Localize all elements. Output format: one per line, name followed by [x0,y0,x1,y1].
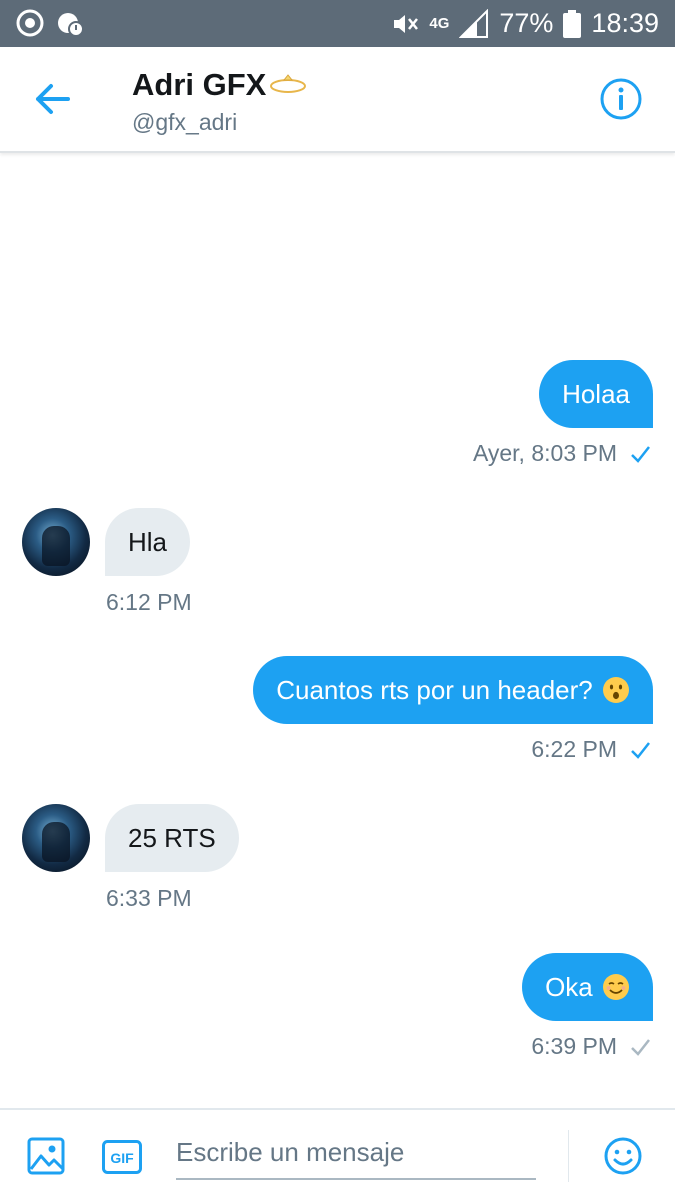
gif-label: GIF [110,1150,134,1166]
battery-percent: 77% [499,8,554,38]
clock-time: 18:39 [591,8,659,38]
image-icon[interactable] [26,1136,66,1176]
message-text: Cuantos rts por un header? [276,675,593,705]
message-text: 25 RTS [128,823,216,853]
message-time: 6:33 PM [106,885,192,911]
message-meta: Ayer, 8:03 PM [473,440,651,467]
gif-button[interactable]: GIF [102,1140,142,1174]
read-check-icon [631,741,650,759]
message-time: 6:39 PM [531,1033,617,1059]
status-bar: 4G 77% 18:39 [0,0,675,47]
read-check-icon [631,445,650,463]
message-time: 6:12 PM [106,589,192,615]
message-composer: GIF [0,1108,675,1202]
message-input[interactable] [176,1126,536,1180]
contact-handle: @gfx_adri [132,109,238,135]
message-time: Ayer, 8:03 PM [472,440,617,466]
message-meta: 6:39 PM [531,1033,651,1060]
hushed-face-emoji [603,677,629,703]
notification-icon [58,13,84,37]
emoji-icon[interactable] [603,1136,643,1176]
contact-info[interactable]: Adri GFX @gfx_adri [132,67,308,136]
message-text: Holaa [562,379,630,409]
contact-name: Adri GFX [132,67,267,102]
battery-icon [563,9,582,38]
outgoing-message[interactable]: Holaa [539,360,653,428]
outgoing-message[interactable]: Oka [522,953,653,1021]
composer-divider [568,1130,569,1182]
sent-check-icon [631,1038,650,1056]
info-icon[interactable] [599,77,643,121]
smiling-face-emoji [603,974,629,1000]
mute-icon [394,14,419,33]
message-text: Hla [128,527,168,557]
message-text: Oka [545,972,593,1002]
conversation-header: Adri GFX @gfx_adri [0,47,675,153]
gif-icon: GIF [102,1140,142,1174]
back-arrow-icon[interactable] [30,79,74,119]
message-meta: 6:22 PM [531,736,651,763]
incoming-message[interactable]: Hla [105,508,191,576]
incoming-message[interactable]: 25 RTS [105,804,239,872]
ring-emoji-icon [270,74,307,93]
message-time: 6:22 PM [531,736,617,762]
avatar[interactable] [22,508,90,576]
signal-icon [459,8,489,38]
outgoing-message[interactable]: Cuantos rts por un header? [253,656,653,724]
avatar[interactable] [22,804,90,872]
chrome-icon [16,9,44,37]
network-type: 4G [429,15,450,32]
